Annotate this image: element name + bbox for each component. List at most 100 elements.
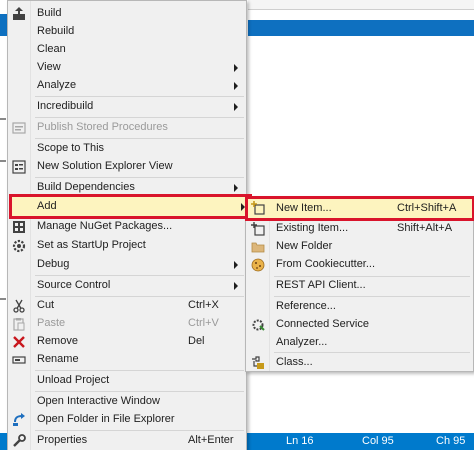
menu-item-cut[interactable]: Cut Ctrl+X <box>8 296 246 316</box>
menu-item-label: Open Folder in File Explorer <box>37 413 175 425</box>
submenu-arrow-icon <box>234 184 238 192</box>
submenu-item-reference[interactable]: Reference... <box>246 297 473 316</box>
open-folder-arrow-icon <box>12 413 26 427</box>
connected-service-icon <box>251 318 265 332</box>
submenu-arrow-icon <box>234 82 238 90</box>
menu-item-label: Remove <box>37 335 78 347</box>
menu-item-label: Build <box>37 7 62 19</box>
submenu-item-connected-service[interactable]: Connected Service <box>246 315 473 334</box>
menu-item-label: Unload Project <box>37 374 110 386</box>
submenu-item-from-cookiecutter[interactable]: From Cookiecutter... <box>246 255 473 274</box>
menu-item-shortcut: Alt+Enter <box>188 434 234 446</box>
menu-item-paste: Paste Ctrl+V <box>8 314 246 334</box>
status-line: Ln 16 <box>286 435 314 447</box>
left-edge-mark <box>0 118 6 120</box>
editor-top-border <box>248 0 474 10</box>
folder-icon <box>251 240 265 254</box>
submenu-item-label: Class... <box>276 356 313 368</box>
menu-item-label: Scope to This <box>37 142 105 154</box>
menu-item-label: Build Dependencies <box>37 181 135 193</box>
editor-tab-bar <box>248 20 474 36</box>
menu-item-publish-stored-procedures: Publish Stored Procedures <box>8 118 246 138</box>
menu-item-label: Set as StartUp Project <box>37 239 146 251</box>
submenu-arrow-icon <box>234 103 238 111</box>
submenu-arrow-icon <box>234 64 238 72</box>
menu-item-label: Add <box>37 200 57 212</box>
menu-item-rename[interactable]: Rename <box>8 350 246 370</box>
menu-item-remove[interactable]: Remove Del <box>8 332 246 352</box>
menu-item-label: Publish Stored Procedures <box>37 121 168 133</box>
menu-item-label: Rename <box>37 353 79 365</box>
menu-item-label: Properties <box>37 434 88 446</box>
menu-item-shortcut: Del <box>188 335 205 347</box>
submenu-item-label: New Folder <box>276 240 333 252</box>
menu-item-label: Cut <box>37 299 55 311</box>
submenu-item-label: New Item... <box>276 202 332 214</box>
menu-item-shortcut: Ctrl+X <box>188 299 219 311</box>
menu-item-label: View <box>37 61 61 73</box>
menu-item-new-solution-explorer-view[interactable]: New Solution Explorer View <box>8 157 246 177</box>
menu-item-label: Analyze <box>37 79 77 91</box>
status-char: Ch 95 <box>436 435 466 447</box>
wrench-icon <box>12 434 26 448</box>
submenu-item-existing-item[interactable]: Existing Item... Shift+Alt+A <box>246 219 473 238</box>
menu-item-incredibuild[interactable]: Incredibuild <box>8 97 246 117</box>
menu-item-label: Open Interactive Window <box>37 395 160 407</box>
gear-icon <box>12 239 26 253</box>
submenu-item-shortcut: Shift+Alt+A <box>397 222 453 234</box>
status-column: Col 95 <box>362 435 394 447</box>
scissors-icon <box>12 299 26 313</box>
menu-item-view[interactable]: View <box>8 58 246 78</box>
menu-item-label: Paste <box>37 317 66 329</box>
nuget-icon <box>12 220 26 234</box>
menu-item-label: New Solution Explorer View <box>37 160 173 172</box>
menu-item-debug[interactable]: Debug <box>8 255 246 275</box>
left-edge-mark <box>0 160 6 162</box>
menu-item-label: Manage NuGet Packages... <box>37 220 173 232</box>
menu-item-open-folder-in-file-explorer[interactable]: Open Folder in File Explorer <box>8 410 246 430</box>
menu-item-source-control[interactable]: Source Control <box>8 276 246 296</box>
submenu-item-analyzer[interactable]: Analyzer... <box>246 333 473 352</box>
submenu-item-class[interactable]: Class... <box>246 353 473 372</box>
submenu-item-label: From Cookiecutter... <box>276 258 376 270</box>
solution-explorer-icon <box>12 160 26 174</box>
submenu-item-label: Connected Service <box>276 318 369 330</box>
class-icon <box>251 356 265 370</box>
menu-item-rebuild[interactable]: Rebuild <box>8 22 246 42</box>
menu-item-properties[interactable]: Properties Alt+Enter <box>8 431 246 450</box>
submenu-arrow-icon <box>234 282 238 290</box>
submenu-item-rest-api-client[interactable]: REST API Client... <box>246 276 473 295</box>
project-context-menu: Build Rebuild Clean View Analyze Incredi… <box>7 0 252 450</box>
menu-item-shortcut: Ctrl+V <box>188 317 219 329</box>
existing-item-icon <box>251 222 265 236</box>
submenu-item-label: Analyzer... <box>276 336 328 348</box>
menu-item-manage-nuget-packages[interactable]: Manage NuGet Packages... <box>8 217 246 237</box>
menu-item-label: Clean <box>37 43 66 55</box>
publish-icon <box>12 121 26 135</box>
submenu-item-new-folder[interactable]: New Folder <box>246 237 473 256</box>
menu-item-clean[interactable]: Clean <box>8 40 246 60</box>
left-edge-mark <box>0 298 6 300</box>
menu-item-label: Source Control <box>37 279 111 291</box>
submenu-item-label: REST API Client... <box>276 279 366 291</box>
add-submenu: New Item... Ctrl+Shift+A Existing Item..… <box>245 196 474 372</box>
new-item-icon <box>251 201 265 215</box>
submenu-arrow-icon <box>234 261 238 269</box>
menu-item-scope-to-this[interactable]: Scope to This <box>8 139 246 159</box>
cookiecutter-icon <box>251 258 265 272</box>
paste-icon <box>12 317 26 331</box>
submenu-item-label: Existing Item... <box>276 222 349 234</box>
submenu-item-label: Reference... <box>276 300 336 312</box>
remove-x-icon <box>12 335 26 349</box>
menu-item-label: Debug <box>37 258 70 270</box>
menu-item-open-interactive-window[interactable]: Open Interactive Window <box>8 392 246 412</box>
menu-item-label: Rebuild <box>37 25 75 37</box>
menu-item-set-as-startup-project[interactable]: Set as StartUp Project <box>8 236 246 256</box>
menu-item-analyze[interactable]: Analyze <box>8 76 246 96</box>
menu-item-build[interactable]: Build <box>8 4 246 24</box>
menu-item-label: Incredibuild <box>37 100 94 112</box>
menu-item-unload-project[interactable]: Unload Project <box>8 371 246 391</box>
submenu-item-new-item[interactable]: New Item... Ctrl+Shift+A <box>245 196 474 221</box>
menu-item-add[interactable]: Add <box>9 194 252 219</box>
submenu-item-shortcut: Ctrl+Shift+A <box>397 202 457 214</box>
